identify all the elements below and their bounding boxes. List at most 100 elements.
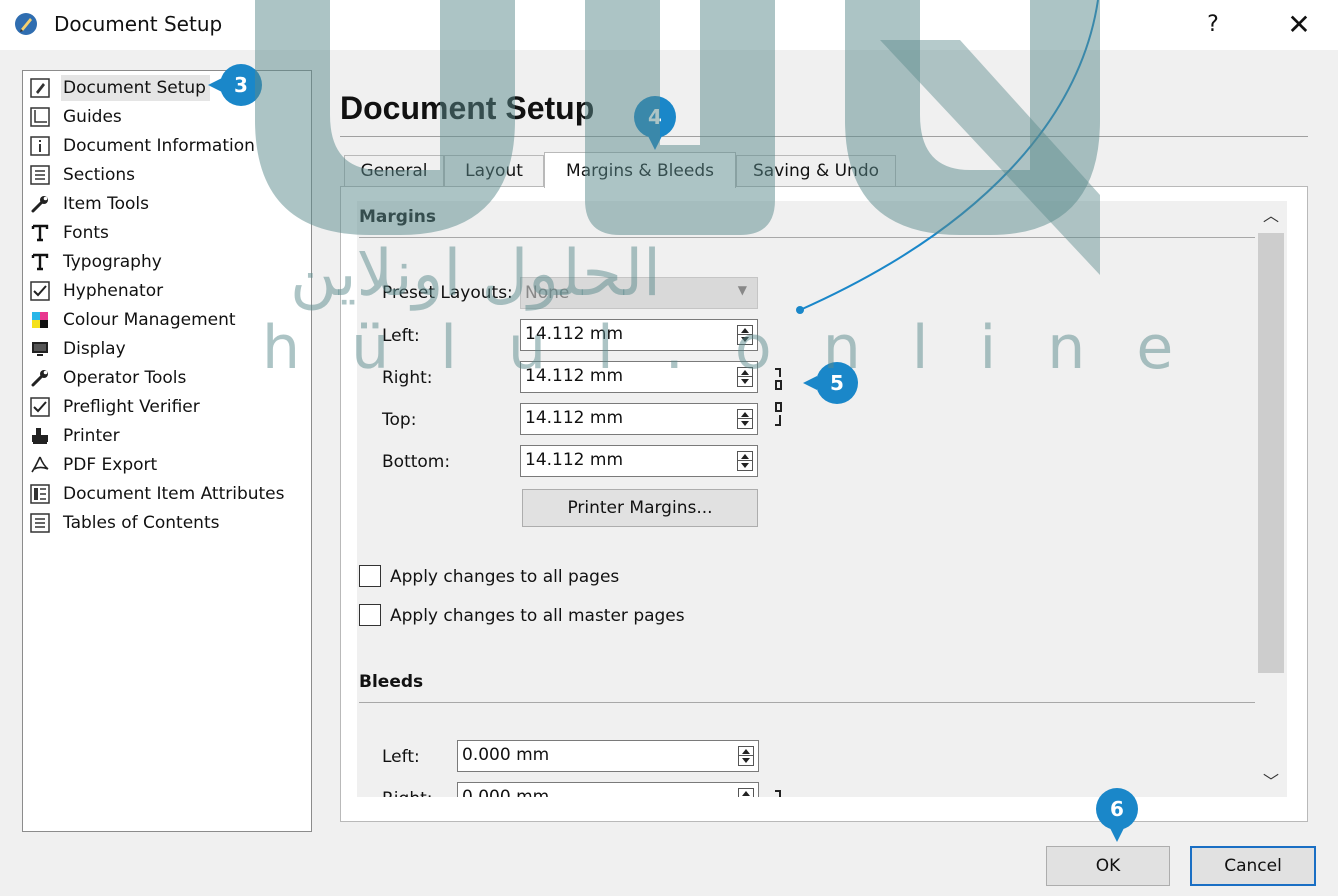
tab-label: Saving & Undo [752, 161, 880, 181]
margin-bottom-value: 14.112 mm [525, 450, 624, 470]
sidebar-item-hyphenator[interactable]: Hyphenator [29, 276, 167, 305]
preset-layouts-label: Preset Layouts: [382, 283, 513, 303]
chevron-down-icon: ▼ [737, 283, 747, 297]
cancel-button[interactable]: Cancel [1190, 846, 1316, 886]
bleed-right-label: Right: [382, 789, 433, 797]
callout-badge: 4 [634, 96, 676, 138]
ok-button[interactable]: OK [1046, 846, 1170, 886]
callout-number: 4 [648, 105, 662, 129]
bleed-left-label: Left: [382, 747, 420, 767]
callout-badge: 3 [220, 64, 262, 106]
spin-arrows-icon[interactable] [737, 451, 753, 471]
callout-number: 6 [1110, 797, 1124, 821]
sidebar-item-fonts[interactable]: Fonts [29, 218, 113, 247]
vertical-scrollbar[interactable]: ︿ ﹀ [1255, 201, 1287, 797]
sidebar-item-tables-of-contents[interactable]: Tables of Contents [29, 508, 223, 537]
sidebar-item-operator-tools[interactable]: Operator Tools [29, 363, 190, 392]
sidebar-item-label: Colour Management [63, 309, 236, 330]
margin-top-value: 14.112 mm [525, 408, 624, 428]
scroll-up-icon[interactable]: ︿ [1255, 201, 1287, 231]
preset-layouts-combo[interactable]: None ▼ [520, 277, 758, 309]
wrench-icon [29, 193, 51, 215]
callout-pointer [803, 376, 817, 390]
apply-all-pages-label: Apply changes to all pages [390, 567, 620, 587]
callout-pointer [1110, 828, 1124, 842]
sidebar-item-preflight-verifier[interactable]: Preflight Verifier [29, 392, 204, 421]
scroll-down-icon[interactable]: ﹀ [1255, 767, 1287, 797]
title-bar: Document Setup ? ✕ [0, 0, 1338, 50]
sidebar-item-label: Tables of Contents [63, 512, 220, 533]
typography-icon [29, 251, 51, 273]
checkbox-icon [29, 280, 51, 302]
scroll-area[interactable]: Margins Preset Layouts: None ▼ Left: 14.… [357, 201, 1287, 797]
callout-number: 5 [830, 371, 844, 395]
monitor-icon [29, 338, 51, 360]
printer-icon [29, 425, 51, 447]
link-bleeds-icon[interactable] [774, 789, 783, 797]
margin-right-label: Right: [382, 368, 433, 388]
apply-master-pages-checkbox[interactable] [359, 604, 381, 626]
wrench-icon [29, 367, 51, 389]
bleed-left-value: 0.000 mm [462, 745, 550, 765]
sidebar-item-display[interactable]: Display [29, 334, 130, 363]
bleed-right-value: 0.000 mm [462, 787, 550, 797]
margin-top-field[interactable]: 14.112 mm [520, 403, 758, 435]
spin-arrows-icon[interactable] [737, 409, 753, 429]
sidebar-item-typography[interactable]: Typography [29, 247, 166, 276]
spin-arrows-icon[interactable] [737, 325, 753, 345]
printer-margins-button[interactable]: Printer Margins... [522, 489, 758, 527]
attributes-icon [29, 483, 51, 505]
document-setup-icon [29, 77, 51, 99]
sidebar-item-label: Sections [63, 164, 136, 185]
bleed-right-field[interactable]: 0.000 mm [457, 782, 759, 797]
spin-arrows-icon[interactable] [738, 746, 754, 766]
pdf-icon [29, 454, 51, 476]
bleeds-section-title: Bleeds [359, 672, 424, 692]
sidebar-item-label: Preflight Verifier [63, 396, 200, 417]
margin-left-field[interactable]: 14.112 mm [520, 319, 758, 351]
sidebar-item-colour-management[interactable]: Colour Management [29, 305, 240, 334]
tab-label: Layout [465, 161, 523, 181]
margins-section-title: Margins [359, 207, 436, 227]
sidebar-item-label: Document Item Attributes [63, 483, 285, 504]
tab-general[interactable]: General [344, 155, 444, 186]
window-title: Document Setup [54, 12, 223, 36]
scroll-thumb[interactable] [1258, 233, 1284, 673]
tab-layout[interactable]: Layout [444, 155, 544, 186]
spin-arrows-icon[interactable] [738, 788, 754, 797]
sidebar-item-document-setup[interactable]: Document Setup [29, 73, 210, 102]
sidebar-item-label: Document Setup [61, 74, 210, 101]
sidebar-item-label: Typography [63, 251, 162, 272]
bleed-left-field[interactable]: 0.000 mm [457, 740, 759, 772]
sidebar-item-label: Item Tools [63, 193, 149, 214]
tab-saving-undo[interactable]: Saving & Undo [736, 155, 896, 186]
colour-icon [29, 309, 51, 331]
sidebar-item-sections[interactable]: Sections [29, 160, 139, 189]
sidebar-item-guides[interactable]: Guides [29, 102, 126, 131]
close-button[interactable]: ✕ [1282, 8, 1316, 42]
margin-bottom-label: Bottom: [382, 452, 451, 472]
info-icon [29, 135, 51, 157]
sidebar-item-document-item-attributes[interactable]: Document Item Attributes [29, 479, 289, 508]
ok-label: OK [1095, 856, 1121, 876]
apply-all-pages-checkbox[interactable] [359, 565, 381, 587]
sidebar-item-label: Guides [63, 106, 122, 127]
help-button[interactable]: ? [1198, 8, 1228, 42]
scribus-app-icon [15, 13, 37, 35]
margin-top-label: Top: [382, 410, 417, 430]
sidebar-item-printer[interactable]: Printer [29, 421, 124, 450]
tab-margins-bleeds[interactable]: Margins & Bleeds [544, 152, 736, 188]
margin-right-field[interactable]: 14.112 mm [520, 361, 758, 393]
page-title: Document Setup [340, 90, 595, 126]
link-margins-icon[interactable] [774, 367, 783, 427]
margin-bottom-field[interactable]: 14.112 mm [520, 445, 758, 477]
spin-arrows-icon[interactable] [737, 367, 753, 387]
margins-divider [359, 237, 1255, 238]
sidebar-item-document-information[interactable]: Document Information [29, 131, 259, 160]
sidebar-item-item-tools[interactable]: Item Tools [29, 189, 153, 218]
callout-number: 3 [234, 73, 248, 97]
sidebar-item-pdf-export[interactable]: PDF Export [29, 450, 161, 479]
margin-right-value: 14.112 mm [525, 366, 624, 386]
tab-label: General [360, 161, 428, 181]
bleeds-divider [359, 702, 1255, 703]
